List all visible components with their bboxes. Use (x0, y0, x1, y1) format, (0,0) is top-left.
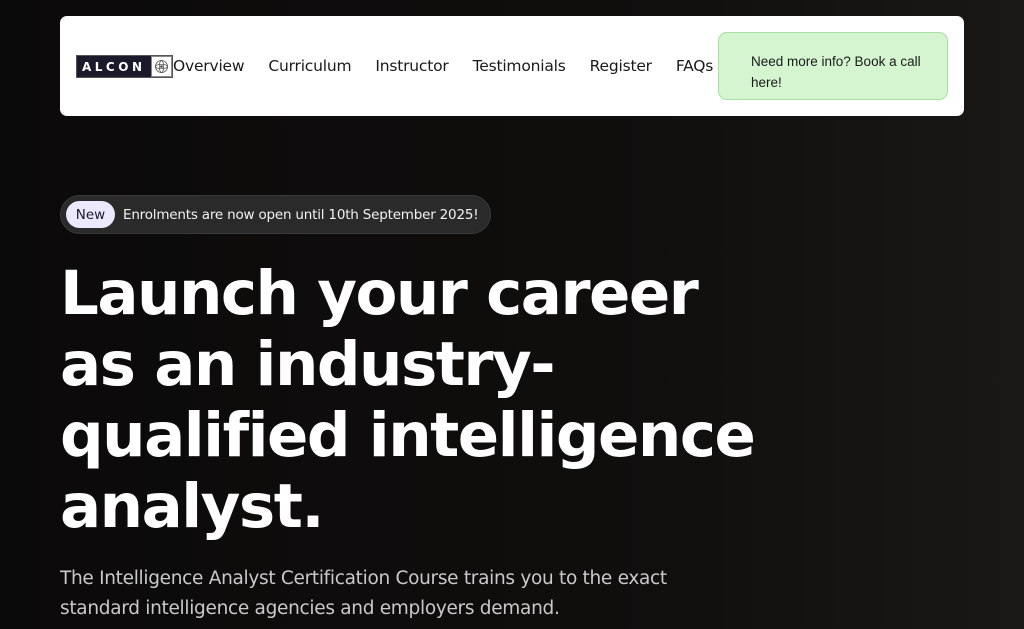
hero-title-line: qualified intelligence (60, 400, 756, 471)
logo-emblem-icon (151, 56, 172, 77)
nav-link-faqs[interactable]: FAQs (676, 57, 714, 75)
top-navigation-bar: ALCON Overview Curriculum Instructor Tes… (60, 16, 964, 116)
book-call-button[interactable]: Need more info? Book a call here! (718, 32, 948, 100)
hero-title: Launch your career as an industry- quali… (60, 258, 756, 542)
nav-link-curriculum[interactable]: Curriculum (268, 57, 351, 75)
alcon-logo[interactable]: ALCON (76, 55, 173, 78)
hero-subtitle-line: standard intelligence agencies and emplo… (60, 598, 560, 619)
nav-link-register[interactable]: Register (590, 57, 652, 75)
nav-link-testimonials[interactable]: Testimonials (473, 57, 566, 75)
hero-subtitle-line: The Intelligence Analyst Certification C… (60, 568, 667, 589)
hero-title-line: Launch your career (60, 258, 699, 329)
hero-title-line: analyst. (60, 471, 325, 542)
new-pill: New (66, 201, 115, 228)
hero-title-line: as an industry- (60, 329, 556, 400)
announcement-text: Enrolments are now open until 10th Septe… (123, 206, 479, 223)
announcement-badge[interactable]: New Enrolments are now open until 10th S… (60, 195, 491, 234)
logo-text: ALCON (82, 59, 146, 74)
hero-subtitle: The Intelligence Analyst Certification C… (60, 564, 760, 624)
nav-link-overview[interactable]: Overview (173, 57, 245, 75)
nav-link-instructor[interactable]: Instructor (375, 57, 448, 75)
main-nav-links: Overview Curriculum Instructor Testimoni… (173, 16, 713, 116)
